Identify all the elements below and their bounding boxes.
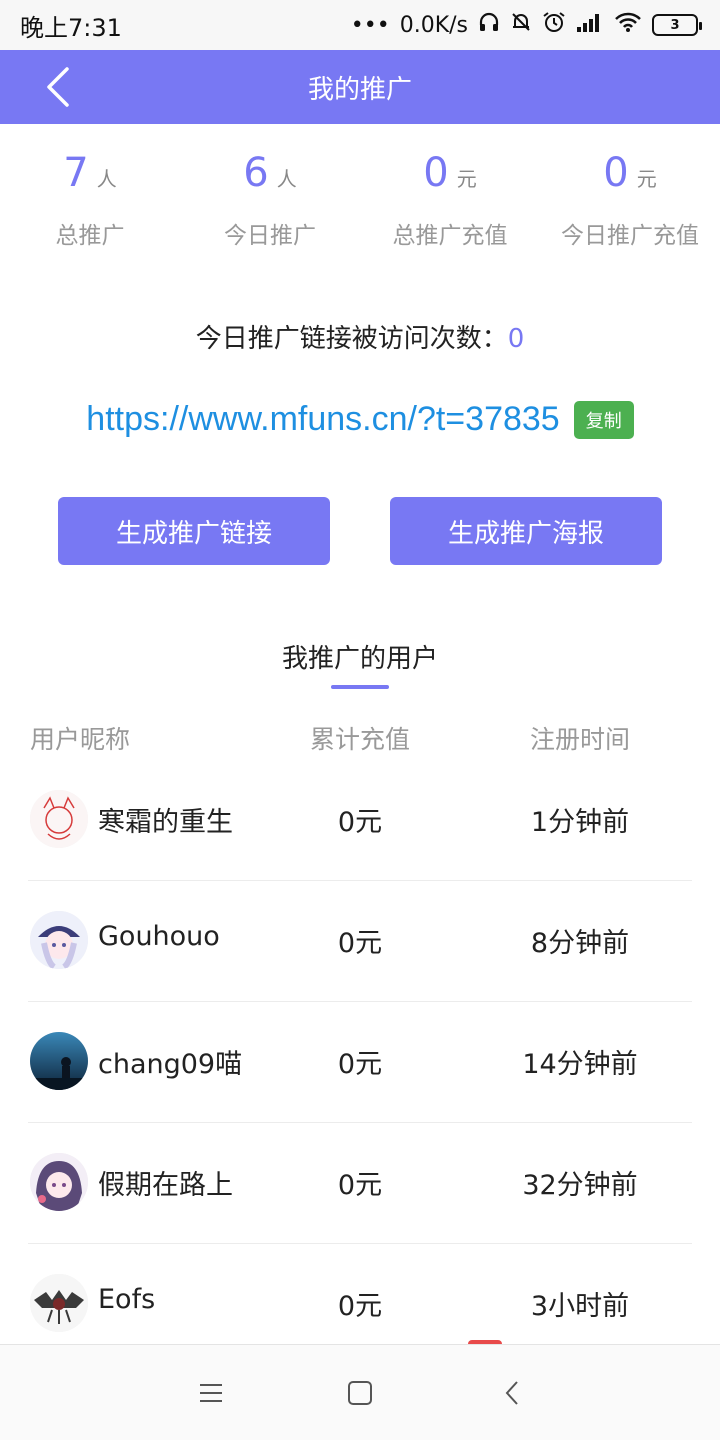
nav-home-button[interactable]	[342, 1375, 378, 1411]
visit-label: 今日推广链接被访问次数：	[195, 324, 508, 354]
stat-value: 7	[63, 150, 89, 196]
status-time: 晚上7:31	[20, 13, 122, 42]
stat-unit: 人	[96, 167, 117, 191]
generate-link-button[interactable]: 生成推广链接	[58, 497, 330, 565]
status-icons: ••• 0.0K/s 3	[350, 11, 702, 39]
stat-today-promotion: 6人 今日推广	[180, 150, 360, 250]
user-register-time: 32分钟前	[522, 1170, 638, 1201]
mute-bell-icon	[510, 11, 532, 39]
user-nickname: 假期在路上	[98, 1170, 233, 1201]
page-title: 我的推广	[307, 74, 412, 105]
dots-icon: •••	[350, 12, 390, 38]
table-row[interactable]: 寒霜的重生 0元 1分钟前	[28, 760, 692, 881]
user-recharge: 0元	[337, 928, 383, 959]
nav-back-button[interactable]	[494, 1375, 530, 1411]
table-row[interactable]: chang09喵 0元 14分钟前	[28, 1002, 692, 1123]
user-register-time: 8分钟前	[530, 928, 630, 959]
user-recharge: 0元	[337, 1291, 383, 1322]
stat-value: 0	[423, 150, 449, 196]
table-header: 用户昵称 累计充值 注册时间	[0, 720, 720, 760]
stat-label: 总推广	[55, 223, 125, 249]
home-square-icon	[348, 1381, 372, 1405]
back-button[interactable]	[38, 64, 78, 110]
user-register-time: 3小时前	[530, 1291, 630, 1322]
promotion-link-row: https://www.mfuns.cn/?t=37835 复制	[0, 400, 720, 439]
user-register-time: 1分钟前	[530, 807, 630, 838]
menu-icon	[200, 1384, 222, 1402]
app-header: 我的推广	[0, 50, 720, 124]
section-underline	[331, 685, 389, 689]
stat-value: 0	[603, 150, 629, 196]
user-nickname: 寒霜的重生	[98, 807, 233, 838]
avatar	[30, 1274, 88, 1332]
headphones-icon	[478, 11, 500, 39]
user-nickname: Eofs	[98, 1284, 156, 1315]
table-row[interactable]: Gouhouo 0元 8分钟前	[28, 881, 692, 1002]
status-bar: 晚上7:31 ••• 0.0K/s 3	[0, 0, 720, 50]
user-register-time: 14分钟前	[522, 1049, 638, 1080]
network-speed: 0.0K/s	[399, 12, 468, 38]
user-recharge: 0元	[337, 1049, 383, 1080]
avatar	[30, 1032, 88, 1090]
stat-label: 今日推广充值	[561, 223, 699, 249]
action-buttons: 生成推广链接 生成推广海报	[58, 497, 662, 565]
section-title: 我推广的用户	[281, 644, 438, 674]
stat-unit: 元	[636, 167, 657, 191]
avatar	[30, 790, 88, 848]
promotion-link[interactable]: https://www.mfuns.cn/?t=37835	[86, 400, 559, 439]
user-recharge: 0元	[337, 1170, 383, 1201]
generate-poster-button[interactable]: 生成推广海报	[390, 497, 662, 565]
user-recharge: 0元	[337, 807, 383, 838]
avatar	[30, 911, 88, 969]
header-register-time: 注册时间	[529, 725, 630, 754]
signal-icon	[576, 11, 604, 39]
header-recharge: 累计充值	[309, 725, 410, 754]
system-nav-bar	[0, 1344, 720, 1440]
nav-menu-button[interactable]	[193, 1375, 229, 1411]
stat-today-recharge: 0元 今日推广充值	[540, 150, 720, 250]
stat-total-promotion: 7人 总推广	[0, 150, 180, 250]
header-nickname: 用户昵称	[30, 725, 131, 754]
alarm-icon	[542, 11, 566, 39]
stat-label: 总推广充值	[392, 223, 508, 249]
battery-icon: 3	[652, 14, 702, 36]
stat-total-recharge: 0元 总推广充值	[360, 150, 540, 250]
stat-value: 6	[243, 150, 269, 196]
user-nickname: Gouhouo	[98, 921, 220, 952]
visit-count: 0	[507, 324, 525, 354]
visit-count-line: 今日推广链接被访问次数：0	[0, 318, 720, 355]
user-nickname: chang09喵	[98, 1049, 243, 1080]
chevron-left-icon	[47, 67, 69, 107]
nav-back-icon	[505, 1381, 518, 1405]
copy-button[interactable]: 复制	[573, 400, 634, 439]
stats-panel: 7人 总推广 6人 今日推广 0元 总推广充值 0元 今日推广充值	[0, 150, 720, 250]
avatar	[30, 1153, 88, 1211]
wifi-icon	[614, 11, 642, 39]
user-list: 寒霜的重生 0元 1分钟前 Gouhouo 0元 8分钟前 chang09喵 0…	[0, 760, 720, 1365]
stat-label: 今日推广	[224, 223, 316, 249]
stat-unit: 人	[276, 167, 297, 191]
table-row[interactable]: 假期在路上 0元 32分钟前	[28, 1123, 692, 1244]
stat-unit: 元	[456, 167, 477, 191]
